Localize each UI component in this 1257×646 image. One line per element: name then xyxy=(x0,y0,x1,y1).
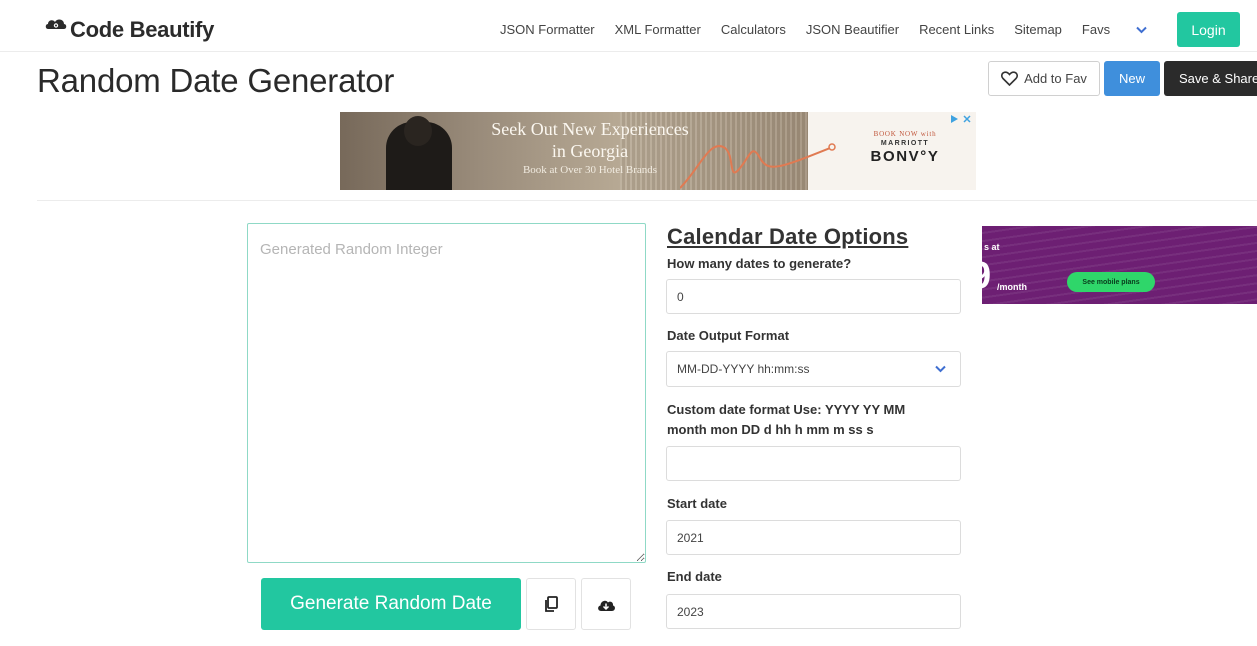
nav-link-calculators[interactable]: Calculators xyxy=(721,22,786,37)
ad-bonvoy: BONV°Y xyxy=(870,148,940,165)
ad-right-month: /month xyxy=(997,282,1027,292)
page-title: Random Date Generator xyxy=(37,62,395,99)
add-to-fav-button[interactable]: Add to Fav xyxy=(988,61,1100,96)
nav-link-sitemap[interactable]: Sitemap xyxy=(1014,22,1062,37)
end-date-input[interactable] xyxy=(666,594,961,629)
cloud-download-icon xyxy=(598,600,615,611)
ad-banner-top[interactable]: Seek Out New Experiences in Georgia Book… xyxy=(340,112,976,190)
generate-random-date-button[interactable]: Generate Random Date xyxy=(261,578,521,630)
end-date-label: End date xyxy=(667,569,722,584)
brand-name: Code Beautify xyxy=(70,17,215,42)
options-title: Calendar Date Options xyxy=(667,224,909,249)
ad-marriott: MARRIOTT xyxy=(880,140,930,147)
save-share-button[interactable]: Save & Share xyxy=(1164,61,1257,96)
ad-right-at-text: s at xyxy=(984,242,1000,252)
format-label: Date Output Format xyxy=(667,328,790,343)
nav-link-recent-links[interactable]: Recent Links xyxy=(919,22,994,37)
ad-choices[interactable] xyxy=(949,114,972,124)
new-button[interactable]: New xyxy=(1104,61,1160,96)
ad-brand-block: BOOK NOW with MARRIOTT BONV°Y xyxy=(840,130,970,165)
count-label: How many dates to generate? xyxy=(667,256,852,271)
login-button[interactable]: Login xyxy=(1177,12,1240,47)
ad-right-price: 9 xyxy=(982,257,991,295)
start-date-label: Start date xyxy=(667,496,727,511)
nav-link-json-formatter[interactable]: JSON Formatter xyxy=(500,22,595,37)
brand-logo[interactable]: Code Beautify xyxy=(44,17,214,43)
start-date-input[interactable] xyxy=(666,520,961,555)
heart-icon xyxy=(1001,71,1019,86)
chevron-down-icon xyxy=(935,365,946,373)
ad-swirl-graphic xyxy=(680,143,836,189)
section-divider xyxy=(37,200,1257,201)
close-icon xyxy=(963,115,971,123)
nav-favs-label: Favs xyxy=(1081,22,1111,37)
nav-links: JSON Formatter XML Formatter Calculators… xyxy=(500,22,1167,37)
copy-icon xyxy=(544,595,558,612)
ad-banner-right[interactable]: s at 9 /month See mobile plans xyxy=(982,226,1257,304)
chevron-down-icon xyxy=(1136,26,1147,33)
format-select-value: MM-DD-YYYY hh:mm:ss xyxy=(677,362,810,376)
copy-button[interactable] xyxy=(526,578,576,630)
top-navbar: Code Beautify JSON Formatter XML Formatt… xyxy=(0,0,1257,52)
ad-choices-icon xyxy=(951,115,958,123)
add-to-fav-label: Add to Fav xyxy=(1024,71,1087,86)
download-button[interactable] xyxy=(581,578,631,630)
nav-favs-dropdown[interactable]: Favs xyxy=(1082,22,1147,37)
custom-format-input[interactable] xyxy=(666,446,961,481)
format-select[interactable]: MM-DD-YYYY hh:mm:ss xyxy=(666,351,961,387)
nav-link-xml-formatter[interactable]: XML Formatter xyxy=(615,22,701,37)
output-textarea[interactable] xyxy=(247,223,646,563)
custom-format-label: Custom date format Use: YYYY YY MM month… xyxy=(667,402,906,437)
ad-person-head xyxy=(404,116,432,146)
nav-link-json-beautifier[interactable]: JSON Beautifier xyxy=(806,22,899,37)
ad-book-now: BOOK NOW with xyxy=(873,130,937,138)
ad-right-cta-button[interactable]: See mobile plans xyxy=(1067,272,1155,292)
cloud-eye-icon xyxy=(45,19,67,29)
count-input[interactable] xyxy=(666,279,961,314)
ad-right-pattern xyxy=(982,226,1257,304)
